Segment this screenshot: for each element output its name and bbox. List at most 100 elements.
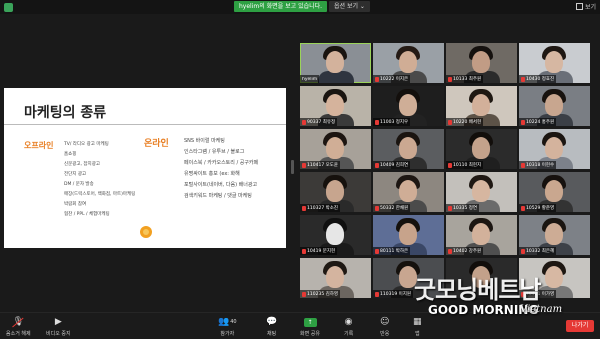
muted-mic-icon — [448, 248, 452, 254]
participant-face — [399, 180, 417, 202]
muted-mic-icon — [375, 162, 379, 168]
participant-tile[interactable]: 10220 배서현 — [446, 86, 517, 126]
view-label: 보기 — [584, 4, 596, 11]
participant-tile[interactable]: 10409 김희연 — [373, 129, 444, 169]
participant-face — [399, 94, 417, 116]
participant-name: 11003 정지우 — [380, 120, 409, 125]
participant-name-bar: 10529 황준영 — [519, 204, 557, 212]
view-button[interactable]: 보기 — [575, 2, 596, 11]
participant-tile[interactable]: 10332 최은혜 — [519, 215, 590, 255]
participant-tile[interactable]: 110235 김하영 — [300, 258, 371, 298]
participant-name: 10529 황준영 — [526, 206, 555, 211]
participant-face — [545, 266, 563, 288]
participant-name: 10430 정효진 — [526, 77, 555, 82]
view-options-button[interactable]: 옵션 보기 ⌄ — [329, 1, 370, 12]
list-item: 인스타그램 / 유투브 / 블로그 — [184, 149, 245, 155]
participant-tile[interactable]: 80111 박하은 — [373, 215, 444, 255]
participant-name: 50332 한채원 — [380, 206, 409, 211]
muted-mic-icon — [448, 76, 452, 82]
participant-tile[interactable]: 10402 강주원 — [446, 215, 517, 255]
shared-screen[interactable]: 마케팅의 종류 오프라인 TV/ 라디오 광고 마케팅 홈쇼핑 신문광고, 잡지… — [4, 88, 286, 248]
participant-tile[interactable]: hyelim — [300, 43, 371, 83]
muted-mic-icon — [448, 162, 452, 168]
participant-tile[interactable]: 10430 정효진 — [519, 43, 590, 83]
apps-button[interactable]: ▦ 앱 — [413, 317, 422, 337]
participant-tile[interactable]: 10335 정연 — [446, 172, 517, 212]
muted-mic-icon — [375, 76, 379, 82]
participant-tile[interactable]: 10222 이지은 — [373, 43, 444, 83]
participants-button[interactable]: 👥 40 참가자 — [218, 317, 237, 337]
chat-button[interactable]: 💬 채팅 — [266, 317, 277, 337]
offline-label: 오프라인 — [24, 141, 54, 150]
participant-tile[interactable]: 110327 박소진 — [300, 172, 371, 212]
muted-mic-icon — [375, 119, 379, 125]
participant-name-bar: 10318 이현수 — [519, 161, 557, 169]
muted-mic-icon — [448, 205, 452, 211]
participant-face — [545, 94, 563, 116]
list-item: 매장(드럭스토어, 백화점, 마트)마케팅 — [64, 192, 136, 197]
list-item: 홈쇼핑 — [64, 152, 77, 157]
apps-label: 앱 — [414, 331, 420, 337]
grid-view-icon — [575, 3, 583, 10]
participant-name-bar: 10409 김희연 — [373, 161, 411, 169]
participant-face — [472, 223, 490, 245]
slide-divider — [4, 124, 286, 125]
muted-mic-icon — [448, 119, 452, 125]
participant-name: 110417 오도윤 — [307, 163, 339, 168]
stop-video-button[interactable]: ▶ 비디오 중지 — [46, 317, 71, 337]
participant-name-bar: 10220 배서현 — [446, 118, 484, 126]
list-item: 페이스북 / 카카오스토리 / 공구카페 — [184, 160, 259, 166]
apps-icon: ▦ — [413, 317, 422, 327]
shield-icon[interactable] — [4, 3, 13, 12]
participant-tile[interactable]: 10419 문지현 — [300, 215, 371, 255]
participant-name-bar: 11003 정지우 — [373, 118, 411, 126]
participant-name: 10409 김희연 — [380, 163, 409, 168]
panel-resize-handle[interactable] — [291, 160, 294, 174]
participant-face — [472, 180, 490, 202]
muted-mic-icon — [302, 205, 306, 211]
offline-list: TV/ 라디오 광고 마케팅 홈쇼핑 신문광고, 잡지광고 전단지 광고 DM … — [64, 140, 135, 220]
unmute-button[interactable]: 🎙 음소거 해제 — [6, 317, 31, 337]
participant-name-bar: 10222 이지은 — [373, 75, 411, 83]
participant-tile[interactable]: 10529 황준영 — [519, 172, 590, 212]
participant-name: 10335 정연 — [453, 206, 478, 211]
participant-tile[interactable]: 11003 정지우 — [373, 86, 444, 126]
reactions-button[interactable]: ☺ 반응 — [380, 317, 389, 337]
participant-name: 110235 김하영 — [307, 292, 339, 297]
watermark-korean: 굿모닝베트남 — [414, 275, 541, 304]
participant-name: 10220 배서현 — [453, 120, 482, 125]
participant-tile[interactable]: 10133 최주원 — [446, 43, 517, 83]
participant-name: 10110 최현지 — [453, 163, 482, 168]
record-label: 기록 — [344, 331, 354, 337]
screen-share-banner: hyelim의 화면을 보고 있습니다. — [234, 1, 328, 12]
list-item: 전단지 광고 — [64, 172, 87, 177]
participants-icon: 👥 40 — [218, 317, 237, 327]
muted-mic-icon — [521, 119, 525, 125]
participant-name-bar: 10332 최은혜 — [519, 247, 557, 255]
participant-name-bar: 10133 최주원 — [446, 75, 484, 83]
participant-face — [326, 223, 344, 245]
chat-label: 채팅 — [267, 331, 277, 337]
participant-tile[interactable]: 50332 한채원 — [373, 172, 444, 212]
record-button[interactable]: ◉ 기록 — [344, 317, 353, 337]
participants-count: 40 — [230, 319, 237, 325]
participant-name-bar: hyelim — [300, 75, 320, 83]
participant-face — [399, 51, 417, 73]
share-screen-button[interactable]: ↑ 화면 공유 — [300, 317, 320, 337]
participant-tile[interactable]: 10110 최현지 — [446, 129, 517, 169]
participant-tile[interactable]: 90337 최유정 — [300, 86, 371, 126]
participant-name: 80111 박하은 — [380, 249, 409, 254]
participant-name: 110319 이지원 — [380, 292, 412, 297]
participant-face — [472, 51, 490, 73]
unmute-label: 음소거 해제 — [6, 331, 31, 337]
participant-tile[interactable]: 10224 홍주원 — [519, 86, 590, 126]
participant-tile[interactable]: 110417 오도윤 — [300, 129, 371, 169]
muted-mic-icon — [302, 119, 306, 125]
list-item: 박람회 참여 — [64, 202, 87, 207]
participant-tile[interactable]: 10318 이현수 — [519, 129, 590, 169]
participant-face — [545, 51, 563, 73]
share-screen-icon: ↑ — [303, 318, 317, 327]
muted-mic-icon — [302, 248, 306, 254]
leave-meeting-button[interactable]: 나가기 — [566, 320, 594, 332]
participant-name: 10402 강주원 — [453, 249, 482, 254]
